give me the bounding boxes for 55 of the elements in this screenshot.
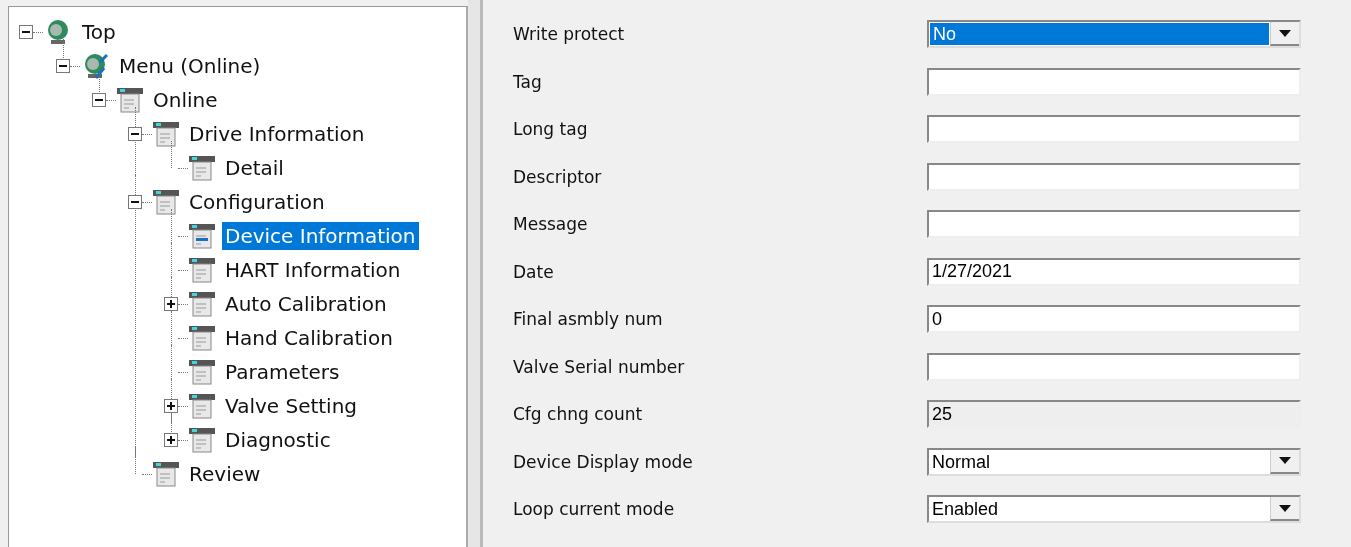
field-label: Loop current mode — [513, 498, 676, 521]
tree-item[interactable]: Online — [150, 86, 221, 114]
form-page-icon — [116, 86, 144, 114]
input-field[interactable] — [927, 210, 1301, 238]
field-label: Date — [513, 260, 555, 284]
tree-item[interactable]: Menu (Online) — [116, 52, 264, 80]
tree-item[interactable]: Hand Calibration — [222, 324, 396, 352]
input-field[interactable] — [927, 67, 1301, 96]
input-field[interactable] — [927, 352, 1301, 381]
expand-toggle[interactable] — [164, 399, 178, 413]
dropdown[interactable]: Normal — [927, 447, 1301, 476]
expand-toggle[interactable] — [164, 433, 178, 447]
expand-toggle[interactable] — [164, 297, 178, 311]
collapse-toggle[interactable] — [56, 59, 70, 73]
tree-item[interactable]: Auto Calibration — [222, 290, 390, 318]
form-page-icon — [188, 358, 216, 386]
field-label: Descriptor — [513, 165, 603, 189]
tree-item[interactable]: Diagnostic — [222, 426, 334, 454]
form-page-icon — [188, 222, 216, 250]
tree-item[interactable]: Top — [79, 18, 119, 46]
form-page-icon — [188, 392, 216, 420]
collapse-toggle[interactable] — [92, 93, 106, 107]
collapse-toggle[interactable] — [128, 127, 142, 141]
tree-item[interactable]: Drive Information — [186, 120, 368, 148]
dropdown[interactable]: Enabled — [927, 495, 1301, 523]
input-field[interactable]: 0 — [927, 305, 1301, 333]
field-label: Final asmbly num — [513, 308, 664, 331]
tree-item[interactable]: Detail — [222, 154, 287, 182]
input-field[interactable] — [927, 115, 1301, 143]
field-label: Message — [513, 213, 589, 236]
collapse-toggle[interactable] — [19, 25, 33, 39]
input-field[interactable] — [927, 162, 1301, 191]
input-field[interactable]: 1/27/2021 — [927, 257, 1301, 286]
form-page-icon — [152, 460, 180, 488]
tree-item[interactable]: Review — [186, 460, 264, 488]
collapse-toggle[interactable] — [128, 195, 142, 209]
form-page-icon — [152, 188, 180, 216]
field-label: Write protect — [513, 23, 626, 46]
field-label: Device Display mode — [513, 450, 694, 474]
field-label: Cfg chng count — [513, 403, 644, 426]
tree-item[interactable]: Device Information — [222, 222, 419, 250]
form-page-icon — [152, 120, 180, 148]
form-page-icon — [188, 426, 216, 454]
field-label: Tag — [513, 70, 543, 94]
field-label: Valve Serial number — [513, 355, 686, 379]
tree-item[interactable]: HART Information — [222, 256, 404, 284]
form-page-icon — [188, 256, 216, 284]
form-page-icon — [188, 290, 216, 318]
tree-item[interactable]: Configuration — [186, 188, 328, 216]
tree-item[interactable]: Valve Setting — [222, 392, 361, 420]
form-page-icon — [188, 324, 216, 352]
form-page-icon — [188, 154, 216, 182]
tree-item[interactable]: Parameters — [222, 358, 343, 386]
field-label: Long tag — [513, 118, 589, 141]
dropdown[interactable]: No — [927, 20, 1301, 48]
